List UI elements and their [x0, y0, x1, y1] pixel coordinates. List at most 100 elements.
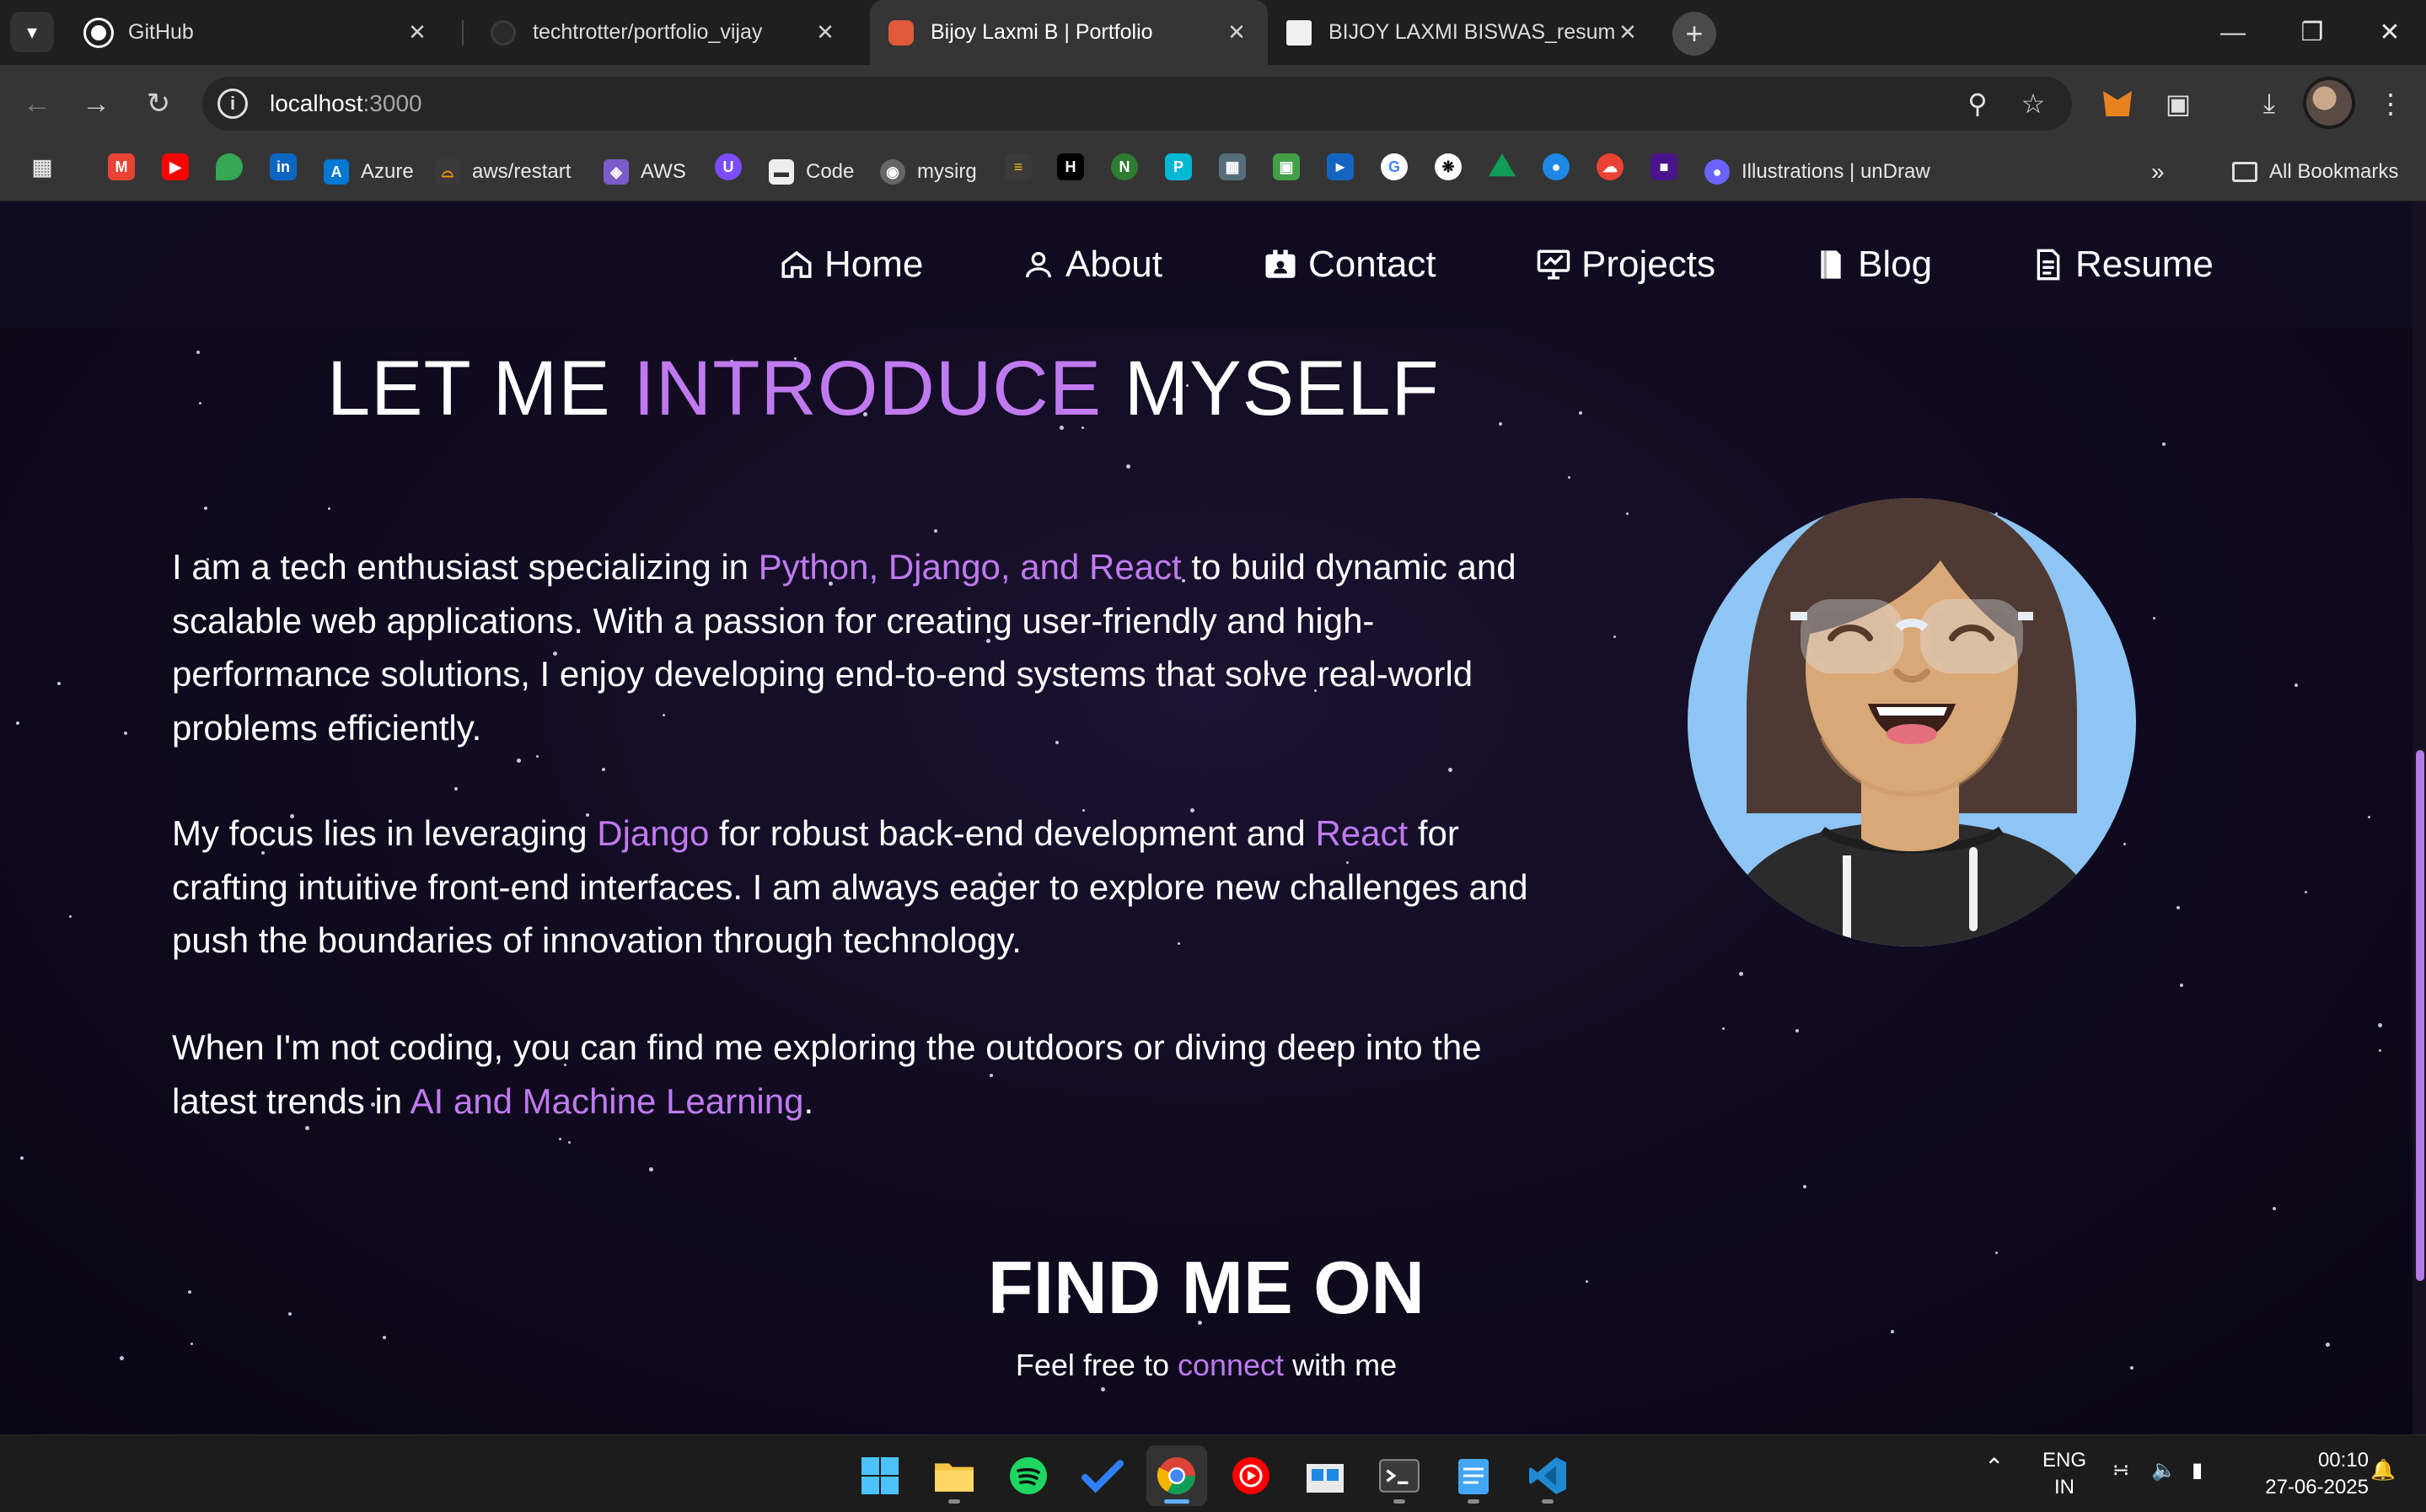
- terminal-button[interactable]: [1369, 1445, 1430, 1506]
- zoom-button[interactable]: ⚲: [1954, 80, 2001, 127]
- spotify-button[interactable]: [998, 1445, 1059, 1506]
- close-icon[interactable]: ✕: [1615, 19, 1640, 46]
- start-button[interactable]: [850, 1445, 910, 1506]
- menu-button[interactable]: ⋮: [2367, 80, 2414, 127]
- notification-bell-icon[interactable]: 🔔: [2370, 1457, 2396, 1484]
- reload-icon: ↻: [146, 88, 171, 120]
- all-bookmarks-button[interactable]: All Bookmarks: [2232, 156, 2398, 188]
- folder-icon: [935, 1463, 974, 1492]
- star-dot: [2378, 1023, 2382, 1027]
- metamask-extension-button[interactable]: [2094, 80, 2141, 127]
- nav-blog[interactable]: Blog: [1814, 235, 1932, 294]
- bookmark-azure[interactable]: A Azure: [324, 156, 414, 188]
- tab-search-button[interactable]: ▾: [10, 12, 54, 52]
- back-button[interactable]: ←: [13, 80, 61, 127]
- extensions-button[interactable]: ▣: [2155, 80, 2202, 127]
- linkedin-icon[interactable]: in: [270, 153, 297, 180]
- downloads-button[interactable]: ⤓: [2246, 80, 2293, 127]
- address-bar[interactable]: i localhost:3000: [202, 77, 2072, 131]
- star-dot: [568, 1141, 571, 1144]
- volume-icon[interactable]: 🔈: [2151, 1457, 2176, 1484]
- app-indicator: [1542, 1499, 1554, 1504]
- notepad-button[interactable]: [1443, 1445, 1504, 1506]
- bookmark-icon-4[interactable]: ►: [1327, 153, 1354, 180]
- nav-resume[interactable]: Resume: [2032, 235, 2214, 294]
- hackerearth-icon[interactable]: H: [1057, 153, 1084, 180]
- p-icon[interactable]: P: [1165, 153, 1192, 180]
- bookmark-undraw[interactable]: ● Illustrations | unDraw: [1704, 156, 1930, 188]
- nav-home[interactable]: Home: [779, 235, 923, 294]
- new-tab-button[interactable]: +: [1672, 12, 1716, 56]
- battery-icon[interactable]: ▮: [2192, 1457, 2203, 1484]
- youtube-music-button[interactable]: [1221, 1445, 1281, 1506]
- bookmark-star-button[interactable]: ☆: [2010, 80, 2057, 127]
- fox-icon: [2103, 91, 2132, 116]
- minimize-button[interactable]: —: [2193, 0, 2273, 65]
- star-dot: [328, 507, 330, 510]
- tab-portfolio-active[interactable]: Bijoy Laxmi B | Portfolio ✕: [870, 0, 1268, 65]
- github-icon: [491, 19, 516, 46]
- about-paragraph-1: I am a tech enthusiast specializing in P…: [172, 547, 1516, 748]
- chrome-button[interactable]: [1146, 1445, 1207, 1506]
- bookmark-code[interactable]: ▬ Code: [769, 156, 854, 188]
- google-icon[interactable]: G: [1381, 153, 1408, 180]
- star-dot: [383, 1336, 386, 1339]
- nav-projects[interactable]: Projects: [1536, 235, 1715, 294]
- tab-portfolio-vijay[interactable]: techtrotter/portfolio_vijay ✕: [472, 0, 856, 65]
- apps-grid-icon[interactable]: ▦: [29, 153, 56, 180]
- bookmark-aws-restart[interactable]: ⌓ aws/restart: [435, 156, 571, 188]
- chat-icon[interactable]: ●: [1543, 153, 1570, 180]
- node-icon[interactable]: N: [1111, 153, 1138, 180]
- file-explorer-button[interactable]: [924, 1445, 985, 1506]
- todo-button[interactable]: [1072, 1445, 1133, 1506]
- vscode-button[interactable]: [1517, 1445, 1578, 1506]
- clock[interactable]: 00:10 27-06-2025: [2242, 1447, 2369, 1501]
- maps-icon[interactable]: [216, 153, 243, 180]
- bookmark-icon-3[interactable]: ▣: [1273, 153, 1300, 180]
- more-bookmarks-button[interactable]: »: [2151, 156, 2165, 188]
- close-icon[interactable]: ✕: [405, 19, 430, 46]
- bookmark-mysirg[interactable]: ◉ mysirg: [880, 156, 977, 188]
- tab-strip: ▾ GitHub ✕ techtrotter/portfolio_vijay ✕…: [0, 0, 2426, 65]
- nav-about[interactable]: About: [1022, 235, 1162, 294]
- undraw-icon: ●: [1704, 159, 1730, 185]
- checkmark-icon: [1082, 1460, 1124, 1493]
- contact-card-icon: [1265, 249, 1296, 278]
- close-window-button[interactable]: ✕: [2350, 0, 2426, 65]
- youtube-icon[interactable]: ▶: [162, 153, 189, 180]
- profile-avatar[interactable]: [2303, 77, 2355, 129]
- tab-github[interactable]: GitHub ✕: [67, 0, 448, 65]
- bookmark-icon-2[interactable]: ▦: [1219, 153, 1246, 180]
- tab-resume[interactable]: BIJOY LAXMI BISWAS_resume.d ✕: [1268, 0, 1659, 65]
- nav-contact[interactable]: Contact: [1263, 235, 1436, 294]
- forward-button[interactable]: →: [72, 80, 120, 127]
- openai-icon[interactable]: ❋: [1435, 153, 1462, 180]
- gmail-icon[interactable]: M: [108, 153, 135, 180]
- scrollbar-thumb[interactable]: [2416, 750, 2424, 1281]
- reload-button[interactable]: ↻: [135, 80, 182, 127]
- google-cloud-icon[interactable]: ☁: [1597, 153, 1624, 180]
- double-chevron-icon: »: [2151, 158, 2165, 185]
- document-icon: [1286, 19, 1312, 46]
- close-icon[interactable]: ✕: [1224, 19, 1249, 46]
- store-button[interactable]: [1295, 1445, 1355, 1506]
- bookmark-icon-1[interactable]: ≡: [1005, 153, 1032, 180]
- bookmark-icon-5[interactable]: ■: [1650, 153, 1677, 180]
- restore-icon: ❐: [2300, 19, 2324, 46]
- wifi-icon[interactable]: ∺: [2112, 1457, 2129, 1484]
- close-icon[interactable]: ✕: [813, 19, 838, 46]
- bookmark-aws[interactable]: ◈ AWS: [604, 156, 686, 188]
- chevron-down-icon: ▾: [26, 20, 38, 44]
- app-indicator: [948, 1499, 960, 1504]
- avatar-illustration: [1688, 498, 2136, 946]
- tray-overflow-button[interactable]: ⌃: [1984, 1454, 2004, 1481]
- youtube-music-icon: [1232, 1457, 1269, 1494]
- restore-button[interactable]: ❐: [2273, 0, 2352, 65]
- star-dot: [454, 787, 458, 791]
- site-info-icon[interactable]: i: [217, 88, 248, 119]
- folder-icon: [2232, 162, 2257, 182]
- about-paragraph-3: When I'm not coding, you can find me exp…: [172, 1027, 1482, 1121]
- star-dot: [20, 1156, 24, 1160]
- udemy-icon[interactable]: U: [715, 153, 742, 180]
- language-indicator[interactable]: ENG IN: [2035, 1447, 2094, 1501]
